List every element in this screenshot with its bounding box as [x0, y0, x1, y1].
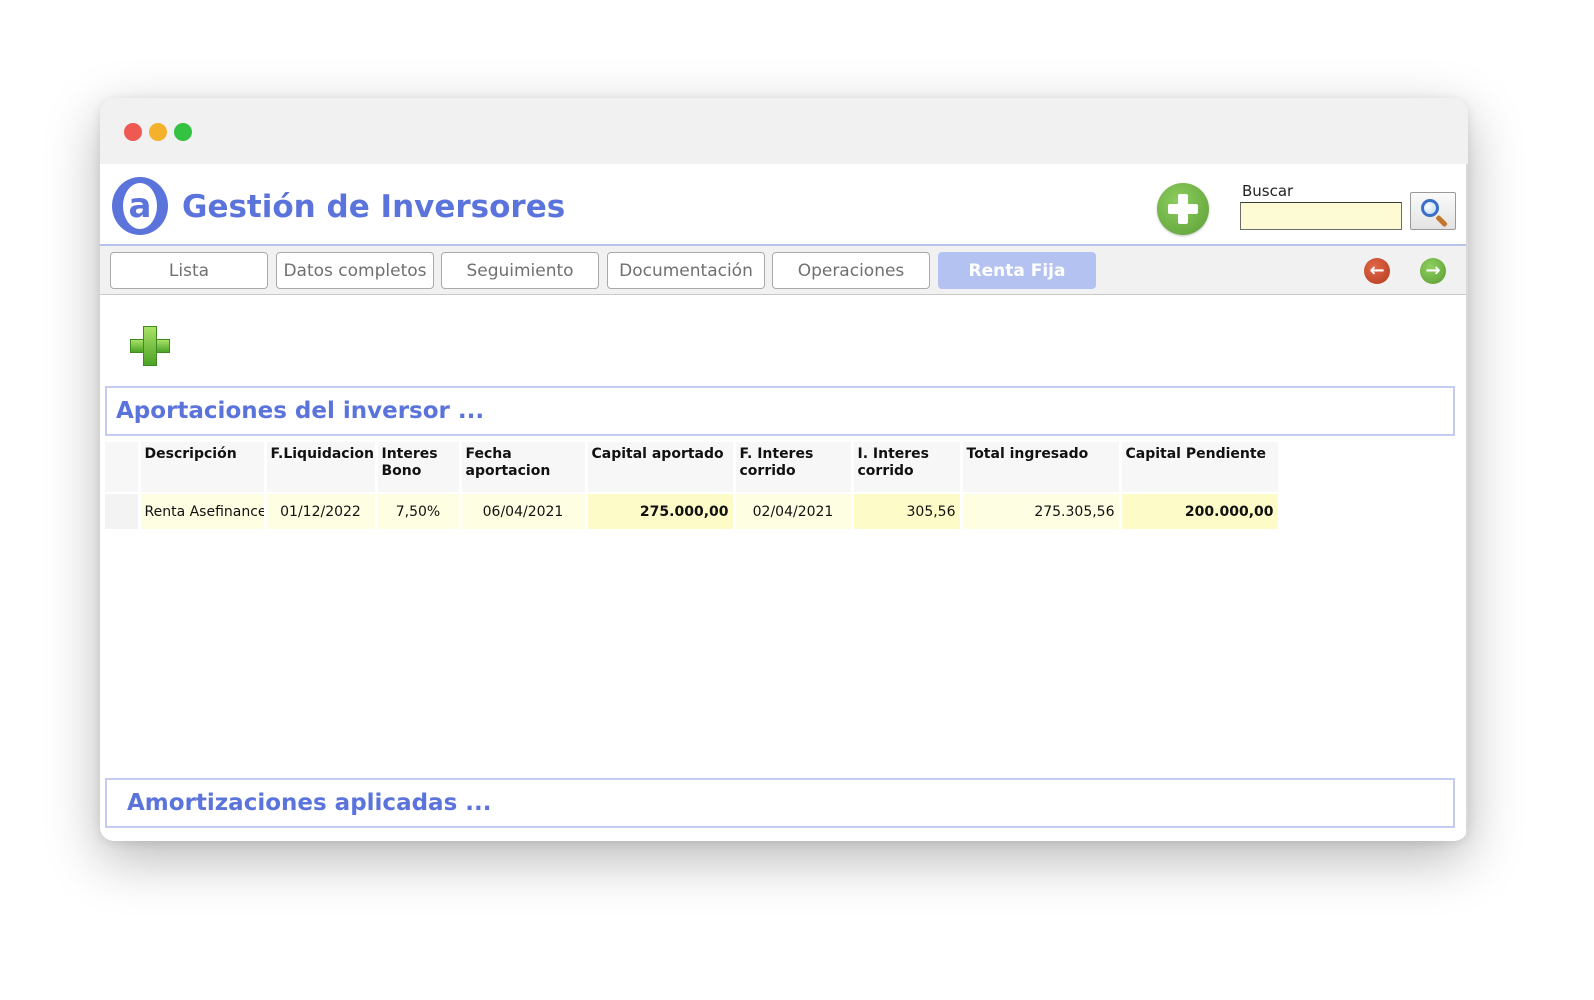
app-content: a Gestión de Inversores Buscar Lista Dat… [100, 164, 1468, 841]
cell-interes-bono[interactable]: 7,50% [376, 494, 462, 529]
cell-descripcion[interactable]: Renta Asefinance [139, 494, 267, 529]
section-amortizaciones: Amortizaciones aplicadas ... [105, 778, 1455, 828]
app-window: a Gestión de Inversores Buscar Lista Dat… [100, 98, 1468, 841]
close-window-button[interactable] [124, 123, 142, 141]
app-header: a Gestión de Inversores Buscar [100, 164, 1466, 246]
section-aportaciones: Aportaciones del inversor ... [105, 386, 1455, 436]
cell-f-interes-corrido[interactable]: 02/04/2021 [734, 494, 854, 529]
column-header[interactable]: Total ingresado [961, 442, 1122, 492]
column-header[interactable]: Interes Bono [376, 442, 462, 492]
row-selector[interactable] [105, 494, 141, 529]
search-input[interactable] [1240, 202, 1402, 230]
search-label: Buscar [1242, 182, 1294, 200]
minimize-window-button[interactable] [149, 123, 167, 141]
zoom-window-button[interactable] [174, 123, 192, 141]
search-button[interactable] [1410, 192, 1456, 230]
column-header[interactable]: Capital aportado [586, 442, 736, 492]
cell-capital-aportado[interactable]: 275.000,00 [586, 494, 736, 529]
cell-i-interes-corrido[interactable]: 305,56 [852, 494, 963, 529]
magnifier-icon [1421, 199, 1439, 217]
add-contribution-button[interactable] [130, 326, 170, 366]
app-logo: a [112, 177, 168, 235]
tab-seguimiento[interactable]: Seguimiento [441, 252, 599, 289]
table-row[interactable]: Renta Asefinance 01/12/2022 7,50% 06/04/… [105, 494, 1281, 529]
section-title-aportaciones: Aportaciones del inversor ... [116, 398, 485, 424]
arrow-right-icon[interactable]: → [1420, 258, 1446, 284]
app-title: Gestión de Inversores [182, 189, 566, 225]
tab-documentacion[interactable]: Documentación [607, 252, 765, 289]
column-header[interactable]: F. Interes corrido [734, 442, 854, 492]
aportaciones-table: Descripción F.Liquidacion Interes Bono F… [105, 442, 1281, 529]
logo-letter: a [123, 183, 157, 229]
section-title-amortizaciones: Amortizaciones aplicadas ... [127, 790, 492, 816]
tab-lista[interactable]: Lista [110, 252, 268, 289]
cell-f-liquidacion[interactable]: 01/12/2022 [265, 494, 378, 529]
column-header[interactable]: I. Interes corrido [852, 442, 963, 492]
tab-operaciones[interactable]: Operaciones [772, 252, 930, 289]
column-header[interactable]: Descripción [139, 442, 267, 492]
cell-total-ingresado[interactable]: 275.305,56 [961, 494, 1122, 529]
row-selector-header [105, 442, 141, 492]
add-investor-button[interactable] [1157, 183, 1209, 235]
column-header[interactable]: Capital Pendiente [1120, 442, 1281, 492]
column-header[interactable]: F.Liquidacion [265, 442, 378, 492]
column-header[interactable]: Fecha aportacion [460, 442, 588, 492]
cell-fecha-aportacion[interactable]: 06/04/2021 [460, 494, 588, 529]
tab-renta-fija[interactable]: Renta Fija [938, 252, 1096, 289]
window-titlebar [100, 98, 1468, 165]
tab-bar: Lista Datos completos Seguimiento Docume… [100, 246, 1466, 295]
table-header-row: Descripción F.Liquidacion Interes Bono F… [105, 442, 1281, 492]
cell-capital-pendiente[interactable]: 200.000,00 [1120, 494, 1281, 529]
arrow-left-icon[interactable]: ← [1364, 258, 1390, 284]
tab-datos-completos[interactable]: Datos completos [276, 252, 434, 289]
